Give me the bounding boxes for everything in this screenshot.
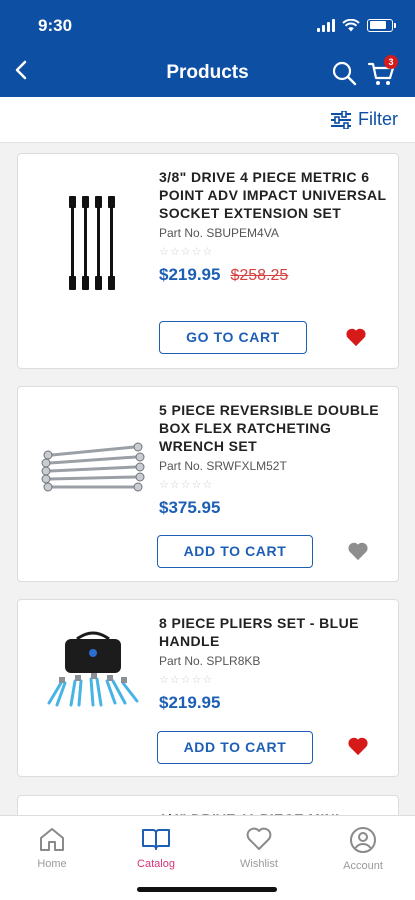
tab-label: Home bbox=[37, 858, 67, 870]
rating-stars: ☆☆☆☆☆ bbox=[159, 246, 214, 258]
wishlist-heart-icon[interactable] bbox=[347, 541, 369, 561]
product-image bbox=[30, 409, 156, 519]
part-number: Part No. SPLR8KB bbox=[159, 654, 261, 668]
product-title[interactable]: 5 PIECE REVERSIBLE DOUBLE BOX FLEX RATCH… bbox=[159, 401, 387, 455]
search-icon[interactable] bbox=[331, 60, 357, 86]
tab-label: Catalog bbox=[137, 858, 175, 870]
tab-wishlist[interactable]: Wishlist bbox=[219, 826, 299, 870]
home-icon bbox=[40, 828, 64, 851]
status-time: 9:30 bbox=[38, 16, 73, 35]
tab-home[interactable]: Home bbox=[12, 826, 92, 870]
original-price: $258.25 bbox=[230, 267, 289, 284]
product-title[interactable]: 3/8" DRIVE 4 PIECE METRIC 6 POINT ADV IM… bbox=[159, 168, 387, 222]
filter-label: Filter bbox=[358, 109, 398, 129]
wifi-icon bbox=[342, 18, 360, 31]
sliders-icon bbox=[331, 110, 351, 129]
wishlist-heart-icon[interactable] bbox=[347, 736, 369, 756]
book-icon bbox=[142, 829, 170, 850]
product-image bbox=[30, 628, 156, 713]
tab-label: Account bbox=[343, 860, 383, 872]
battery-icon bbox=[367, 18, 396, 32]
product-card[interactable]: 5 PIECE REVERSIBLE DOUBLE BOX FLEX RATCH… bbox=[17, 386, 399, 582]
filter-button[interactable]: Filter bbox=[330, 109, 398, 130]
add-to-cart-button[interactable]: ADD TO CART bbox=[157, 731, 313, 764]
signal-icon bbox=[317, 18, 335, 32]
app-header: 9:30 Products 3 bbox=[0, 0, 415, 97]
product-title[interactable]: 8 PIECE PLIERS SET - BLUE HANDLE bbox=[159, 614, 387, 650]
go-to-cart-button[interactable]: GO TO CART bbox=[159, 321, 307, 354]
bottom-tab-bar: Home Catalog Wishlist Account bbox=[0, 815, 415, 900]
product-price: $219.95 bbox=[159, 693, 221, 712]
part-number: Part No. SRWFXLM52T bbox=[159, 459, 287, 473]
filter-bar: Filter bbox=[0, 97, 415, 143]
tab-account[interactable]: Account bbox=[323, 826, 403, 872]
part-number: Part No. SBUPEM4VA bbox=[159, 226, 279, 240]
product-card[interactable]: 3/8" DRIVE 4 PIECE METRIC 6 POINT ADV IM… bbox=[17, 153, 399, 369]
tab-label: Wishlist bbox=[240, 858, 278, 870]
product-card[interactable]: 8 PIECE PLIERS SET - BLUE HANDLE Part No… bbox=[17, 599, 399, 777]
rating-stars: ☆☆☆☆☆ bbox=[159, 479, 214, 491]
account-icon bbox=[350, 827, 376, 853]
heart-icon bbox=[246, 827, 272, 850]
add-to-cart-button[interactable]: ADD TO CART bbox=[157, 535, 313, 568]
wishlist-heart-icon[interactable] bbox=[345, 327, 367, 347]
rating-stars: ☆☆☆☆☆ bbox=[159, 674, 214, 686]
tab-catalog[interactable]: Catalog bbox=[116, 826, 196, 870]
product-image bbox=[30, 168, 156, 318]
product-price: $375.95 bbox=[159, 498, 221, 517]
cart-badge: 3 bbox=[384, 55, 398, 69]
status-bar: 9:30 bbox=[0, 14, 415, 40]
home-indicator bbox=[137, 887, 277, 892]
product-price: $219.95 bbox=[159, 265, 221, 284]
